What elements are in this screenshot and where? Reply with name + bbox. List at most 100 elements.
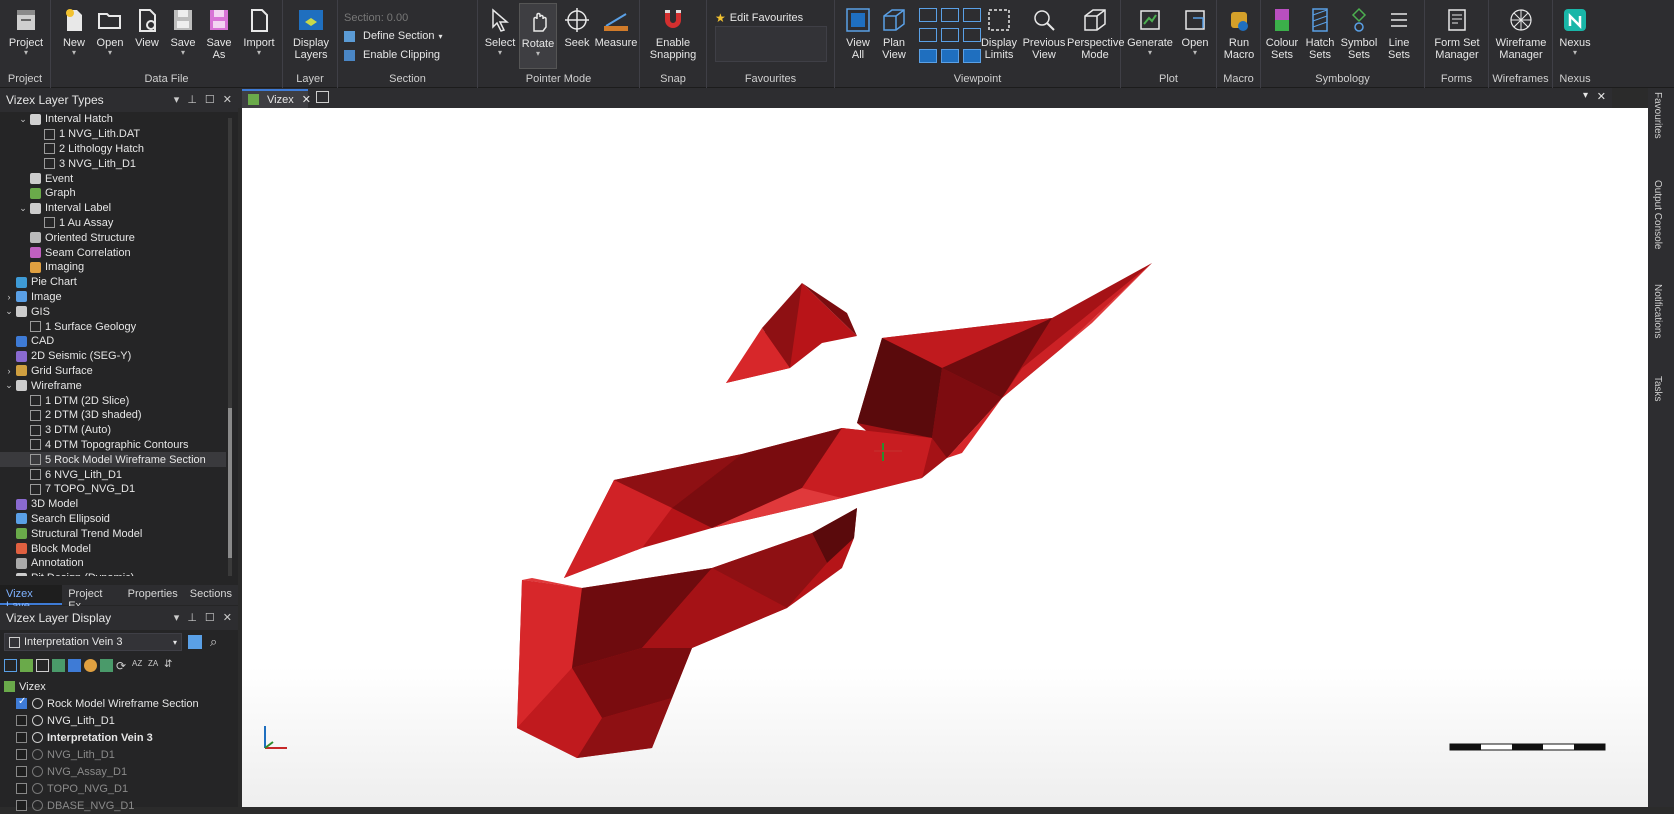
close-icon[interactable]: ✕ (1597, 90, 1606, 103)
tree-item[interactable]: ⌄ GIS (0, 304, 226, 319)
view-button[interactable]: View (130, 6, 164, 49)
tree-item[interactable]: 6 NVG_Lith_D1 (0, 467, 226, 482)
view-all-button[interactable]: View All (841, 6, 875, 61)
select-button[interactable]: Select ▾ (482, 6, 518, 57)
layer-stack-icon[interactable] (100, 658, 113, 672)
colour-icon[interactable] (84, 658, 97, 672)
layer-display-item[interactable]: Interpretation Vein 3 (4, 729, 234, 746)
tab-notifications[interactable]: Notifications (1652, 284, 1663, 338)
edit-favourites-button[interactable]: ★ Edit Favourites (715, 11, 803, 25)
tree-item[interactable]: ⌄ Wireframe (0, 378, 226, 393)
layer-visibility-checkbox[interactable] (16, 732, 27, 743)
tree-item[interactable]: Oriented Structure (0, 230, 226, 245)
tree-item[interactable]: › Image (0, 290, 226, 305)
close-icon[interactable]: ✕ (223, 611, 232, 624)
layer-display-item[interactable]: NVG_Lith_D1 (4, 746, 234, 763)
pin-icon[interactable]: ⊥ (187, 93, 197, 106)
tab-sections[interactable]: Sections (184, 585, 238, 605)
expand-down-icon[interactable]: ⌄ (18, 114, 28, 125)
tree-item[interactable]: 1 DTM (2D Slice) (0, 393, 226, 408)
tree-item[interactable]: 2 DTM (3D shaded) (0, 408, 226, 423)
maximize-icon[interactable]: ☐ (205, 93, 215, 106)
layer-display-item[interactable]: NVG_Assay_D1 (4, 763, 234, 780)
layer-visibility-checkbox[interactable] (16, 715, 27, 726)
view-cube-icon[interactable] (919, 28, 937, 43)
hatch-sets-button[interactable]: Hatch Sets (1301, 6, 1339, 61)
layer-types-scrollbar[interactable] (228, 118, 232, 576)
tree-item[interactable]: 1 Surface Geology (0, 319, 226, 334)
generate-plot-button[interactable]: Generate ▾ (1127, 6, 1173, 57)
display-layers-button[interactable]: Display Layers (291, 6, 331, 61)
view-cube-icon[interactable] (941, 48, 959, 63)
tab-vizex[interactable]: Vizex ✕ (242, 89, 311, 108)
tree-item[interactable]: 2D Seismic (SEG-Y) (0, 349, 226, 364)
line-sets-button[interactable]: Line Sets (1379, 6, 1419, 61)
project-button[interactable]: Project ▾ (6, 6, 46, 57)
tree-item[interactable]: 5 Rock Model Wireframe Section (0, 452, 226, 468)
form-set-manager-button[interactable]: Form Set Manager (1429, 6, 1485, 61)
layer-display-item[interactable]: DBASE_NVG_D1 (4, 797, 234, 814)
tab-tasks[interactable]: Tasks (1652, 376, 1663, 402)
move-icon[interactable]: ⇵ (164, 659, 177, 672)
refresh-icon[interactable]: ⟳ (116, 659, 129, 673)
symbol-sets-button[interactable]: Symbol Sets (1339, 6, 1379, 61)
tree-item[interactable]: › Grid Surface (0, 364, 226, 379)
expand-right-icon[interactable]: › (4, 366, 14, 376)
layer-visibility-checkbox[interactable] (16, 766, 27, 777)
tree-item[interactable]: 1 Au Assay (0, 216, 226, 231)
scrollbar-thumb[interactable] (228, 408, 232, 558)
plan-view-button[interactable]: Plan View (877, 6, 911, 61)
tab-project-explorer[interactable]: Project Ex... (62, 585, 121, 612)
table-icon[interactable] (68, 658, 81, 672)
define-section-button[interactable]: Define Section ▾ (344, 30, 443, 42)
properties-icon[interactable] (4, 658, 17, 672)
tab-output-console[interactable]: Output Console (1652, 180, 1663, 250)
layer-root[interactable]: Vizex (4, 678, 234, 695)
vizex-3d-viewport[interactable] (242, 108, 1648, 807)
layer-visibility-checkbox[interactable] (16, 800, 27, 811)
select-layer-icon[interactable] (36, 658, 49, 672)
panel-menu-icon[interactable]: ▾ (174, 611, 180, 624)
layer-display-item[interactable]: Rock Model Wireframe Section (4, 695, 234, 712)
tree-item[interactable]: ⌄ Interval Hatch (0, 112, 226, 127)
maximize-icon[interactable]: ☐ (205, 611, 215, 624)
view-cube-icon[interactable] (919, 48, 937, 63)
seek-button[interactable]: Seek (560, 6, 594, 49)
tree-item[interactable]: Imaging (0, 260, 226, 275)
search-icon[interactable]: ⌕ (210, 634, 217, 650)
add-layer-icon[interactable] (20, 658, 33, 672)
colour-sets-button[interactable]: Colour Sets (1263, 6, 1301, 61)
layer-display-item[interactable]: NVG_Lith_D1 (4, 712, 234, 729)
view-cube-icon[interactable] (941, 8, 959, 22)
tree-item[interactable]: 1 NVG_Lith.DAT (0, 127, 226, 142)
open-plot-button[interactable]: Open ▾ (1177, 6, 1213, 57)
perspective-mode-button[interactable]: Perspective Mode (1067, 6, 1124, 61)
tree-item[interactable]: 4 DTM Topographic Contours (0, 438, 226, 453)
new-button[interactable]: New ▾ (57, 6, 91, 57)
enable-clipping-button[interactable]: Enable Clipping (344, 49, 440, 61)
tree-item[interactable]: 3D Model (0, 497, 226, 512)
nexus-button[interactable]: Nexus ▾ (1557, 6, 1593, 57)
tree-item[interactable]: 7 TOPO_NVG_D1 (0, 482, 226, 497)
tab-favourites[interactable]: Favourites (1652, 92, 1663, 139)
tree-item[interactable]: Block Model (0, 541, 226, 556)
layers-icon[interactable] (188, 635, 202, 649)
import-button[interactable]: Import ▾ (239, 6, 279, 57)
tab-properties[interactable]: Properties (122, 585, 184, 605)
save-button[interactable]: Save ▾ (166, 6, 200, 57)
panel-menu-icon[interactable]: ▾ (174, 93, 180, 106)
layer-visibility-checkbox[interactable] (16, 696, 27, 709)
tab-vizex-layers[interactable]: Vizex Laye... (0, 585, 63, 612)
tree-item[interactable]: Seam Correlation (0, 245, 226, 260)
tree-item[interactable]: 3 NVG_Lith_D1 (0, 156, 226, 171)
tree-item[interactable]: Structural Trend Model (0, 526, 226, 541)
view-cube-icon[interactable] (941, 28, 959, 43)
view-cube-icon[interactable] (919, 8, 937, 22)
expand-down-icon[interactable]: ⌄ (4, 380, 14, 391)
layer-visibility-checkbox[interactable] (16, 783, 27, 794)
sort-az-icon[interactable]: AZ (132, 659, 145, 672)
previous-view-button[interactable]: Previous View (1019, 6, 1069, 61)
measure-button[interactable]: Measure (594, 6, 638, 49)
save-as-button[interactable]: Save As (202, 6, 236, 61)
close-icon[interactable]: ✕ (302, 93, 311, 106)
